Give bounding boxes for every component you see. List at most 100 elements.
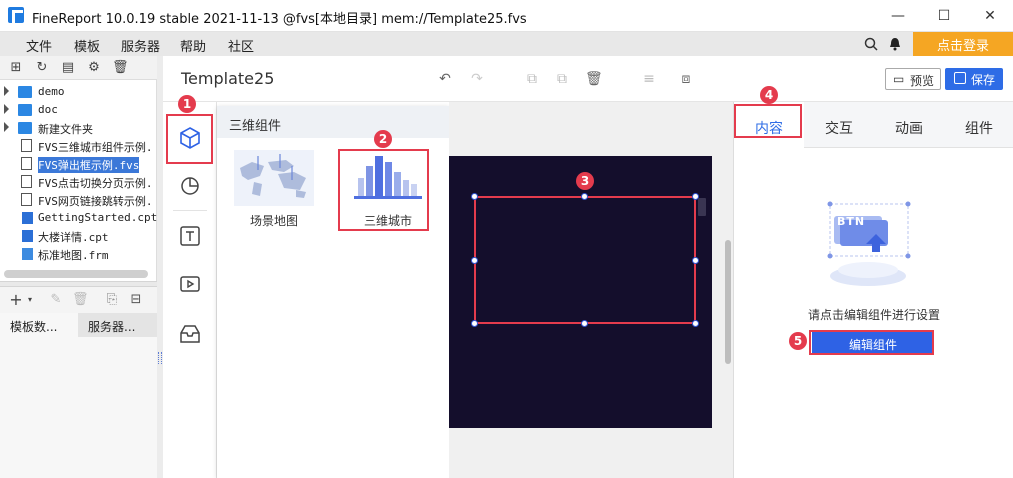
datasource-area: [0, 337, 157, 478]
resize-handle[interactable]: [692, 257, 699, 264]
file-item-cpt[interactable]: 大楼详情.cpt: [0, 227, 157, 245]
annotation-badge: 4: [760, 86, 778, 104]
annotation-badge: 1: [178, 95, 196, 113]
file-name: FVS网页链接跳转示例.: [38, 195, 153, 208]
save-icon: [954, 72, 966, 84]
tab-template-data[interactable]: 模板数...: [0, 313, 78, 337]
search-icon[interactable]: [864, 37, 878, 51]
tab-component[interactable]: 组件: [944, 102, 1013, 148]
resize-handle[interactable]: [581, 193, 588, 200]
file-name: FVS三维城市组件示例.: [38, 141, 153, 154]
file-explorer-panel: ⊞ ↻ ▤ ⚙ 🗑 demo doc 新建文件夹 FVS三维城市组件示例. FV…: [0, 56, 157, 478]
file-item-cpt[interactable]: GettingStarted.cpt: [0, 209, 157, 227]
bell-icon[interactable]: [889, 37, 901, 51]
file-item-folder[interactable]: demo: [0, 83, 157, 101]
template-title: Template25: [181, 69, 275, 88]
table-icon[interactable]: ⊟: [128, 292, 144, 308]
new-folder-icon[interactable]: ⊞: [8, 60, 24, 76]
folder-icon: [18, 122, 32, 134]
datasource-toolbar: + ▾ ✎ 🗑 ⎘ ⊟: [0, 287, 157, 313]
folder-icon: [18, 86, 32, 98]
horizontal-scrollbar[interactable]: [4, 270, 148, 278]
edit-icon[interactable]: ✎: [48, 292, 64, 308]
delete-icon[interactable]: 🗑: [72, 292, 89, 308]
document-icon: [21, 139, 32, 152]
container-icon[interactable]: [177, 321, 203, 347]
widget-toolbar-icon[interactable]: [698, 198, 706, 216]
preview-data-icon[interactable]: ⎘: [104, 292, 120, 308]
chevron-down-icon[interactable]: ▾: [22, 292, 38, 308]
expand-arrow-icon[interactable]: [4, 86, 9, 96]
property-panel: 内容 交互 动画 组件 BTN 请点击编辑组件进行设置 编辑组件: [733, 102, 1013, 478]
annotation-box-2: [338, 149, 429, 231]
preview-button[interactable]: ▭ 预览: [885, 68, 941, 90]
file-name: 大楼详情.cpt: [38, 231, 109, 244]
menu-template[interactable]: 模板: [74, 36, 100, 55]
file-name: FVS点击切换分页示例.: [38, 177, 153, 190]
close-button[interactable]: ✕: [967, 0, 1013, 32]
canvas-scrollbar[interactable]: [725, 240, 731, 364]
file-item-fvs-selected[interactable]: FVS弹出框示例.fvs: [0, 155, 157, 173]
expand-arrow-icon[interactable]: [4, 122, 9, 132]
menu-server[interactable]: 服务器: [121, 36, 160, 55]
menu-bar: 文件 模板 服务器 帮助 社区 点击登录: [0, 32, 1013, 56]
delete-icon[interactable]: 🗑: [112, 60, 129, 76]
annotation-badge: 5: [789, 332, 807, 350]
resize-handle[interactable]: [692, 320, 699, 327]
left-bottom-tabs: 模板数... 服务器...: [0, 313, 157, 337]
scene-map-label: 场景地图: [249, 214, 298, 228]
document-icon: [21, 157, 32, 170]
file-name: FVS弹出框示例.fvs: [38, 157, 140, 173]
scene-map-thumbnail: [234, 150, 314, 206]
form-icon: [22, 248, 33, 260]
resize-handle[interactable]: [471, 320, 478, 327]
undo-icon[interactable]: ↶: [437, 71, 453, 87]
app-logo-icon: [8, 7, 24, 23]
settings-icon[interactable]: ⚙: [86, 60, 102, 76]
tab-interaction[interactable]: 交互: [804, 102, 874, 148]
file-item-fvs[interactable]: FVS三维城市组件示例.: [0, 137, 157, 155]
resize-handle[interactable]: [471, 193, 478, 200]
file-name: doc: [38, 103, 58, 116]
file-item-folder[interactable]: doc: [0, 101, 157, 119]
delete-icon[interactable]: 🗑: [585, 71, 603, 87]
menu-help[interactable]: 帮助: [180, 36, 206, 55]
file-item-folder[interactable]: 新建文件夹: [0, 119, 157, 137]
redo-icon[interactable]: ↷: [469, 71, 485, 87]
maximize-button[interactable]: ☐: [921, 0, 967, 32]
menu-community[interactable]: 社区: [228, 36, 254, 55]
file-item-fvs[interactable]: FVS点击切换分页示例.: [0, 173, 157, 191]
text-icon[interactable]: [177, 223, 203, 249]
file-item-fvs[interactable]: FVS网页链接跳转示例.: [0, 191, 157, 209]
report-icon: [22, 212, 33, 224]
open-file-icon[interactable]: ▤: [60, 60, 76, 76]
editor-header: Template25 ↶ ↷ ⧉ ⧉ 🗑 ≡ ⧈ ▭ 预览 保存: [163, 56, 1013, 102]
file-toolbar: ⊞ ↻ ▤ ⚙ 🗑: [0, 56, 157, 80]
menu-file[interactable]: 文件: [26, 36, 52, 55]
save-button[interactable]: 保存: [945, 68, 1003, 90]
illustration-btn-text: BTN: [837, 215, 866, 228]
paste-icon[interactable]: ⧉: [554, 71, 570, 87]
media-icon[interactable]: [177, 271, 203, 297]
expand-arrow-icon[interactable]: [4, 104, 9, 114]
file-name: 新建文件夹: [38, 123, 93, 136]
minimize-button[interactable]: —: [875, 0, 921, 32]
copy-icon[interactable]: ⧉: [524, 71, 540, 87]
align-icon[interactable]: ≡: [641, 71, 657, 87]
widget-illustration: [827, 201, 911, 286]
tab-server-data[interactable]: 服务器...: [78, 313, 157, 337]
file-item-frm[interactable]: 标准地图.frm: [0, 245, 157, 263]
layer-icon[interactable]: ⧈: [678, 71, 694, 87]
tab-animation[interactable]: 动画: [874, 102, 944, 148]
resize-handle[interactable]: [471, 257, 478, 264]
resize-handle[interactable]: [581, 320, 588, 327]
login-button[interactable]: 点击登录: [913, 32, 1013, 56]
chart-pie-icon[interactable]: [177, 173, 203, 199]
folder-icon: [18, 104, 32, 116]
selected-widget[interactable]: [474, 196, 696, 324]
file-name: demo: [38, 85, 65, 98]
edit-hint: 请点击编辑组件进行设置: [807, 308, 940, 322]
component-scene-map[interactable]: 场景地图: [229, 150, 319, 234]
refresh-icon[interactable]: ↻: [34, 60, 50, 76]
splitter-grip[interactable]: [158, 352, 162, 364]
